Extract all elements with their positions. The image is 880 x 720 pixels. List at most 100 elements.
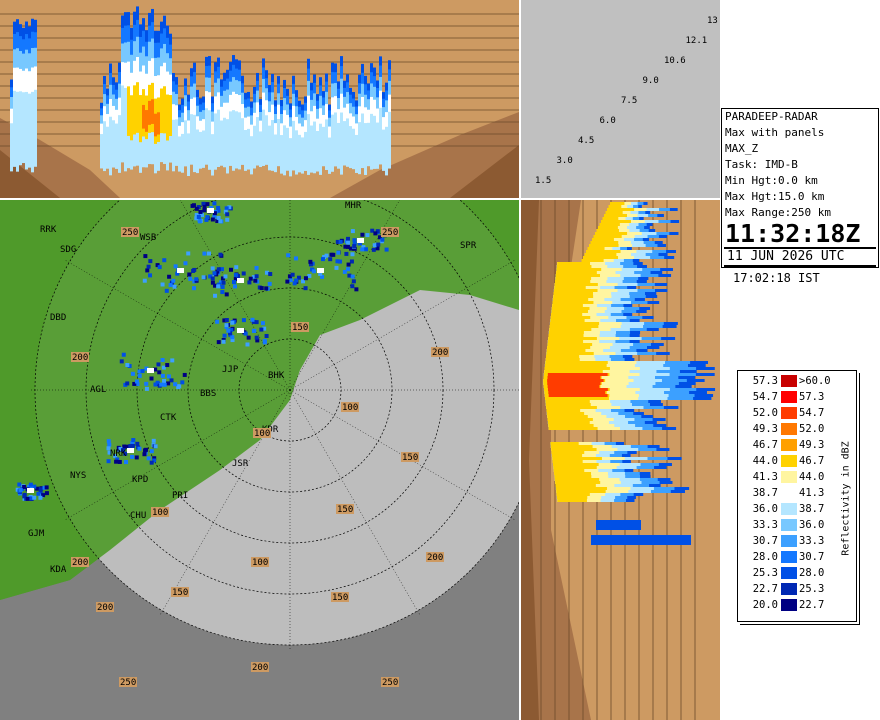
- map-echo-cell: [183, 261, 188, 266]
- ns-echo-cell: [551, 310, 588, 313]
- map-echo-cell: [166, 381, 171, 386]
- map-echo-cell: [171, 278, 176, 283]
- map-echo-cell: [162, 258, 167, 263]
- ew-echo-cell: [229, 111, 232, 166]
- map-echo-cell: [117, 459, 122, 464]
- map-echo-cell: [221, 280, 226, 285]
- legend-high: 38.7: [799, 503, 825, 515]
- legend-low: 22.7: [752, 583, 778, 595]
- range-label: 250: [381, 677, 399, 688]
- map-echo-cell: [260, 321, 265, 326]
- map-echo-cell: [149, 449, 154, 454]
- ns-echo-cell: [552, 298, 589, 301]
- ew-echo-core-strong: [154, 113, 157, 137]
- map-echo-cell: [192, 267, 197, 272]
- map-echo-cell: [156, 362, 161, 367]
- map-echo-cell: [372, 243, 377, 248]
- height-label: 4.5: [578, 136, 594, 146]
- map-echo-cell: [198, 209, 203, 214]
- map-echo-cell: [336, 250, 341, 255]
- ew-echo-core: [169, 95, 172, 136]
- map-echo-cell: [331, 252, 336, 257]
- radar-map-panel[interactable]: RRKSDGDBDAGLWSBMHRSPRBHKJJPKDRJSRPRICHUG…: [0, 200, 519, 720]
- map-echo-core: [357, 238, 364, 243]
- map-echo-cell: [345, 244, 350, 249]
- map-echo-cell: [146, 456, 151, 461]
- ns-echo-cell: [557, 499, 587, 502]
- legend-high: 22.7: [799, 599, 825, 611]
- range-label-text: 200: [432, 348, 448, 358]
- ns-echo-cell: [551, 313, 583, 316]
- ew-echo-core: [139, 95, 142, 143]
- legend-swatch: [781, 599, 797, 611]
- ns-echo-cell: [599, 223, 620, 226]
- map-echo-cell: [303, 276, 308, 281]
- map-echo-cell: [247, 280, 252, 285]
- range-label-text: 250: [382, 678, 398, 688]
- ew-echo-cell: [13, 90, 16, 167]
- legend-swatch: [781, 471, 797, 483]
- map-echo-cell: [218, 252, 223, 257]
- ns-echo-cell: [553, 466, 597, 469]
- height-label: 9.0: [643, 76, 659, 86]
- legend-swatch: [781, 567, 797, 579]
- ns-echo-cell: [554, 475, 592, 478]
- legend-high: 41.3: [799, 487, 825, 499]
- legend-row: 36.0 38.7: [738, 503, 838, 515]
- map-echo-cell: [161, 365, 166, 370]
- legend-high: 44.0: [799, 471, 825, 483]
- map-echo-core: [317, 268, 324, 273]
- map-echo-cell: [226, 328, 231, 333]
- ns-echo-core: [547, 373, 608, 376]
- ns-echo-cell: [550, 442, 579, 445]
- ns-echo-cell: [547, 415, 588, 418]
- map-echo-cell: [248, 276, 253, 281]
- map-echo-cell: [162, 378, 167, 383]
- ns-echo-core: [547, 382, 601, 385]
- ew-echo-cell: [205, 108, 208, 165]
- map-echo-cell: [254, 335, 259, 340]
- map-echo-cell: [225, 217, 230, 222]
- range-label-text: 150: [402, 453, 418, 463]
- radar-info-box: PARADEEP-RADAR Max with panels MAX_Z Tas…: [721, 108, 879, 268]
- ew-echo-cell: [340, 112, 343, 175]
- ns-echo-cell: [553, 289, 598, 292]
- map-echo-cell: [246, 335, 251, 340]
- map-echo-cell: [168, 283, 173, 288]
- legend-low: 30.7: [752, 535, 778, 547]
- legend-high: 52.0: [799, 423, 825, 435]
- map-echo-core: [237, 328, 244, 333]
- map-echo-cell: [243, 331, 248, 336]
- range-label: 100: [151, 507, 169, 518]
- legend-row: 30.7 33.3: [738, 535, 838, 547]
- ew-echo-cell: [31, 91, 34, 173]
- legend-low: 57.3: [752, 375, 778, 387]
- ew-echo-cell: [343, 121, 346, 166]
- ew-echo-cell: [247, 128, 250, 170]
- radar-map[interactable]: RRKSDGDBDAGLWSBMHRSPRBHKJJPKDRJSRPRICHUG…: [0, 200, 519, 720]
- legend-swatch: [781, 439, 797, 451]
- map-echo-cell: [153, 444, 158, 449]
- ew-echo-cell: [373, 115, 376, 169]
- map-echo-cell: [165, 363, 170, 368]
- ew-echo-cell: [235, 111, 238, 169]
- ns-echo-cell: [592, 238, 614, 241]
- ew-echo-core-strong: [148, 100, 151, 125]
- height-label: 10.6: [664, 56, 686, 66]
- legend-swatch: [781, 519, 797, 531]
- map-place-label: CTK: [160, 413, 177, 423]
- legend-low: 54.7: [752, 391, 778, 403]
- legend-swatch: [781, 423, 797, 435]
- map-place-label: NRK: [110, 449, 127, 459]
- map-echo-cell: [254, 274, 259, 279]
- ns-echo-cell: [545, 397, 609, 400]
- map-echo-cell: [44, 491, 49, 496]
- ns-echo-cell: [545, 400, 590, 403]
- map-echo-cell: [350, 274, 355, 279]
- map-echo-cell: [210, 276, 215, 281]
- map-echo-cell: [186, 251, 191, 256]
- utc-time: 11:32:18Z: [725, 219, 861, 248]
- map-echo-cell: [134, 379, 139, 384]
- ns-echo-cell: [595, 232, 628, 235]
- ns-echo-cell: [554, 286, 586, 289]
